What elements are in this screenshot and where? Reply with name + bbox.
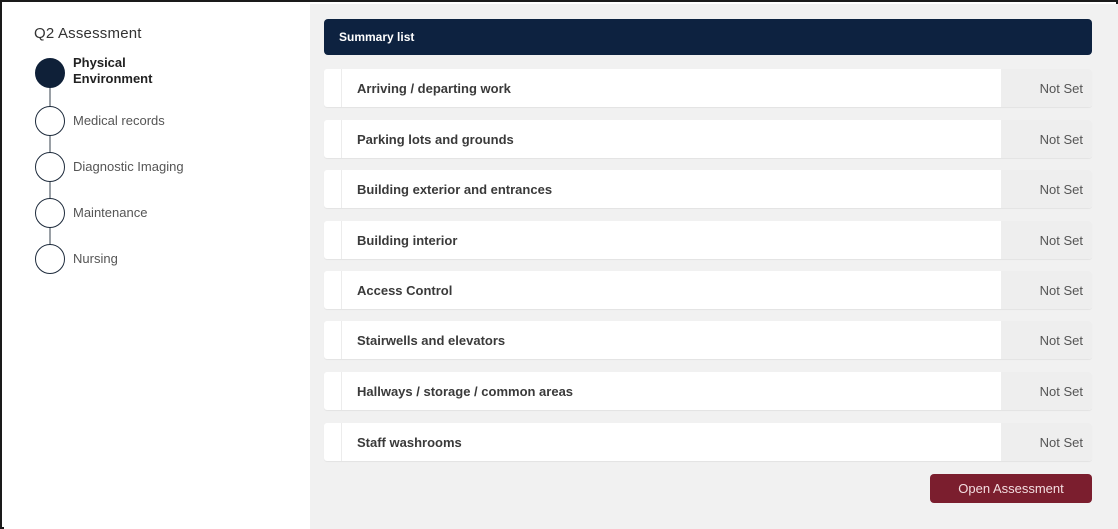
status-badge: Not Set <box>1001 271 1092 309</box>
row-name: Arriving / departing work <box>357 81 511 96</box>
row-marker <box>324 221 342 259</box>
row-marker <box>324 321 342 359</box>
summary-panel: Summary list Arriving / departing work N… <box>310 4 1118 529</box>
step-nursing[interactable]: Nursing <box>35 244 305 278</box>
row-marker <box>324 69 342 107</box>
row-name: Access Control <box>357 283 453 298</box>
summary-row-building-interior[interactable]: Building interior Not Set <box>324 221 1092 259</box>
summary-row-parking-lots[interactable]: Parking lots and grounds Not Set <box>324 120 1092 158</box>
row-name: Staff washrooms <box>357 435 462 450</box>
step-label: Nursing <box>73 251 118 266</box>
summary-row-stairwells[interactable]: Stairwells and elevators Not Set <box>324 321 1092 359</box>
step-label: Maintenance <box>73 205 148 220</box>
step-label: Physical Environment <box>73 55 153 86</box>
row-marker <box>324 423 342 461</box>
step-indicator-empty-icon <box>35 152 65 182</box>
summary-list-header: Summary list <box>324 19 1092 55</box>
row-name: Parking lots and grounds <box>357 132 514 147</box>
step-indicator-empty-icon <box>35 198 65 228</box>
status-badge: Not Set <box>1001 69 1092 107</box>
status-badge: Not Set <box>1001 170 1092 208</box>
step-indicator-filled-icon <box>35 58 65 88</box>
open-assessment-button[interactable]: Open Assessment <box>930 474 1092 503</box>
step-diagnostic-imaging[interactable]: Diagnostic Imaging <box>35 152 305 186</box>
row-marker <box>324 372 342 410</box>
status-badge: Not Set <box>1001 221 1092 259</box>
summary-row-staff-washrooms[interactable]: Staff washrooms Not Set <box>324 423 1092 461</box>
row-name: Hallways / storage / common areas <box>357 384 574 399</box>
status-badge: Not Set <box>1001 321 1092 359</box>
summary-row-access-control[interactable]: Access Control Not Set <box>324 271 1092 309</box>
step-physical-environment[interactable]: Physical Environment <box>35 55 305 92</box>
summary-row-building-exterior[interactable]: Building exterior and entrances Not Set <box>324 170 1092 208</box>
row-name: Stairwells and elevators <box>357 333 506 348</box>
row-marker <box>324 120 342 158</box>
step-indicator-empty-icon <box>35 106 65 136</box>
row-marker <box>324 170 342 208</box>
row-marker <box>324 271 342 309</box>
step-label: Diagnostic Imaging <box>73 159 184 174</box>
app-frame: Q2 Assessment Physical Environment Medic… <box>0 0 1118 529</box>
summary-row-arriving-departing[interactable]: Arriving / departing work Not Set <box>324 69 1092 107</box>
step-medical-records[interactable]: Medical records <box>35 106 305 140</box>
step-indicator-empty-icon <box>35 244 65 274</box>
assessment-sidebar: Q2 Assessment Physical Environment Medic… <box>4 4 310 529</box>
summary-row-hallways[interactable]: Hallways / storage / common areas Not Se… <box>324 372 1092 410</box>
step-maintenance[interactable]: Maintenance <box>35 198 305 232</box>
assessment-title: Q2 Assessment <box>34 25 142 42</box>
row-name: Building exterior and entrances <box>357 182 553 197</box>
status-badge: Not Set <box>1001 120 1092 158</box>
row-name: Building interior <box>357 233 458 248</box>
status-badge: Not Set <box>1001 423 1092 461</box>
summary-list-title: Summary list <box>339 30 415 44</box>
status-badge: Not Set <box>1001 372 1092 410</box>
step-label: Medical records <box>73 113 165 128</box>
